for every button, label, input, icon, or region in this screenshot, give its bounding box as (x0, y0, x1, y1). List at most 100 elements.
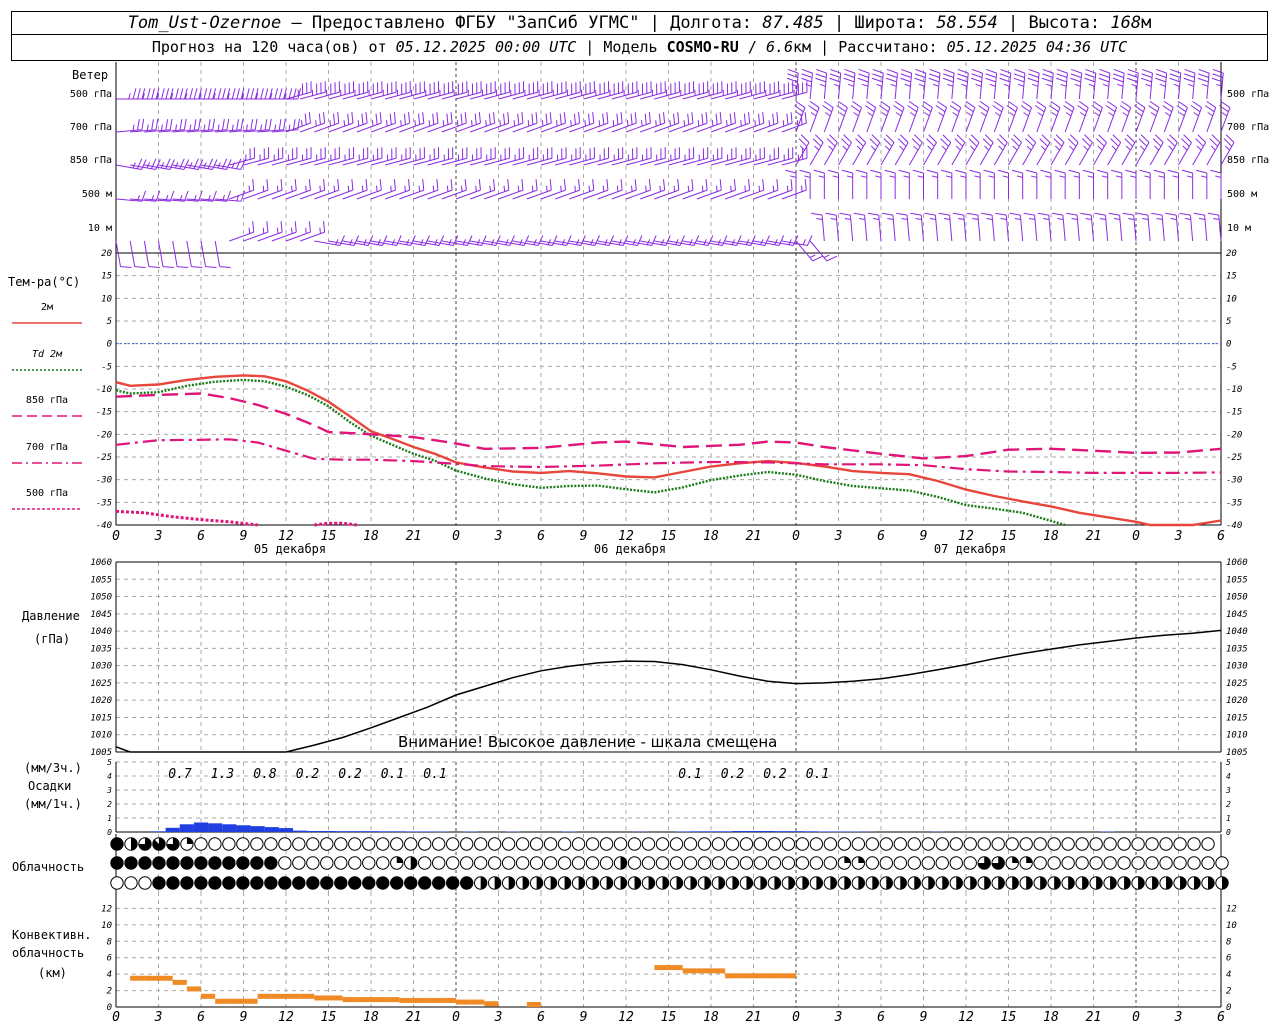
precip-3h-label: 1.3 (211, 767, 234, 782)
wind-barb (682, 147, 709, 166)
wind-barb-feather (1148, 105, 1158, 113)
wind-barb-feather (446, 113, 449, 125)
wind-barb (172, 240, 189, 268)
wind-barb (808, 100, 820, 133)
wind-barb-shaft (951, 107, 962, 133)
wind-barb-shaft (965, 142, 980, 166)
y-tick-left: 10 (101, 921, 112, 931)
wind-barb-feather (245, 124, 248, 131)
precip-bar (760, 831, 775, 832)
y-tick-right: 1040 (1226, 627, 1248, 637)
wind-barb (583, 147, 610, 166)
wind-barb-feather (802, 239, 807, 245)
wind-barb-shaft (299, 122, 325, 133)
wind-barb-feather (961, 83, 968, 87)
wind-barb-feather (217, 124, 220, 131)
wind-barb (935, 100, 948, 133)
wind-barb-feather (1023, 212, 1035, 216)
wind-barb-feather (222, 88, 226, 100)
wind-barb-feather (958, 218, 965, 220)
wind-barb-feather (132, 124, 135, 131)
wind-barb (257, 147, 284, 166)
wind-barb-feather (795, 100, 806, 108)
wind-barb-shaft (328, 122, 354, 133)
wind-barb (1190, 100, 1203, 133)
wind-barb-feather (844, 73, 855, 78)
wind-barb-feather (1141, 77, 1152, 83)
cloud-cover-circle (376, 856, 390, 870)
wind-barb-feather (823, 100, 834, 108)
wind-barb (864, 100, 877, 133)
wind-barb-feather (1071, 218, 1078, 220)
wind-barb-feather (1136, 212, 1148, 216)
cloud-cover-fill (662, 876, 669, 890)
cloud-cover-circle (1033, 837, 1047, 851)
wind-barb-feather (872, 73, 884, 78)
wind-barb-feather (971, 73, 983, 78)
wind-barb (1162, 100, 1174, 133)
wind-barb (569, 179, 595, 200)
wind-barb (1139, 169, 1151, 199)
wind-barb (739, 112, 765, 133)
wind-barb-feather (1017, 83, 1024, 87)
wind-barb-feather (148, 266, 160, 268)
wind-barb-feather (474, 113, 477, 125)
cloud-cover-circle (432, 856, 446, 870)
temp-legend-label: Td 2м (32, 349, 63, 360)
conv-bar (413, 997, 428, 1003)
wind-barb (725, 81, 751, 100)
wind-barb (811, 212, 825, 242)
cloud-cover-circle (334, 856, 348, 870)
wind-barb-feather (663, 179, 666, 191)
conv-bar (300, 993, 315, 999)
wind-barb-feather (191, 266, 203, 268)
wind-barb-feather (418, 113, 421, 125)
wind-barb-feather (744, 185, 746, 192)
wind-barb-shaft (356, 157, 383, 166)
wind-barb-feather (1056, 73, 1068, 78)
cloud-cover-fill (334, 876, 347, 890)
wind-barb-shaft (654, 189, 679, 200)
wind-barb-feather (1193, 112, 1199, 117)
cloud-cover-fill (180, 856, 194, 870)
precip-3h-label: 0.8 (253, 767, 277, 782)
wind-barb-feather (155, 118, 159, 130)
wind-barb-feather (813, 169, 825, 174)
wind-barb-shaft (512, 122, 538, 133)
cloud-cover-fill (648, 876, 655, 890)
wind-barb (639, 179, 666, 200)
wind-barb (1093, 134, 1107, 166)
cloud-cover-circle (865, 837, 880, 851)
wind-barb-feather (631, 185, 633, 192)
wind-barb-shaft (1163, 107, 1174, 133)
wind-barb-feather (1125, 169, 1137, 174)
wind-barb-feather (1050, 100, 1061, 108)
cloud-cover-fill (460, 876, 473, 890)
wind-barb-feather (304, 113, 307, 125)
wind-barb (597, 81, 624, 100)
wind-barb-shaft (597, 157, 623, 166)
wind-barb-shaft (1008, 142, 1022, 166)
y-tick-left: 2 (107, 987, 112, 997)
wind-barb-feather (915, 68, 926, 74)
x-tick-label: 3 (1174, 529, 1183, 544)
wind-barb-feather (762, 112, 765, 124)
wind-barb-feather (816, 68, 827, 74)
wind-barb-feather (570, 120, 572, 127)
wind-barb-feather (323, 112, 326, 124)
conv-bar (144, 975, 159, 981)
wind-barb-feather (464, 179, 467, 191)
wind-level-label-left: 500 м (82, 189, 112, 200)
wind-barb-feather (260, 124, 263, 131)
wind-barb-shaft (1093, 142, 1107, 166)
cloud-cover-circle (767, 837, 782, 851)
wind-barb (625, 112, 651, 133)
wind-barb-feather (207, 88, 212, 100)
cloud-cover-circle (334, 837, 348, 851)
wind-barb-shaft (1178, 142, 1192, 166)
wind-barb-feather (768, 120, 771, 127)
cloud-cover-circle (250, 837, 264, 851)
wind-barb-shaft (1050, 142, 1065, 166)
wind-barb-feather (1202, 83, 1209, 87)
wind-barb (555, 81, 581, 100)
